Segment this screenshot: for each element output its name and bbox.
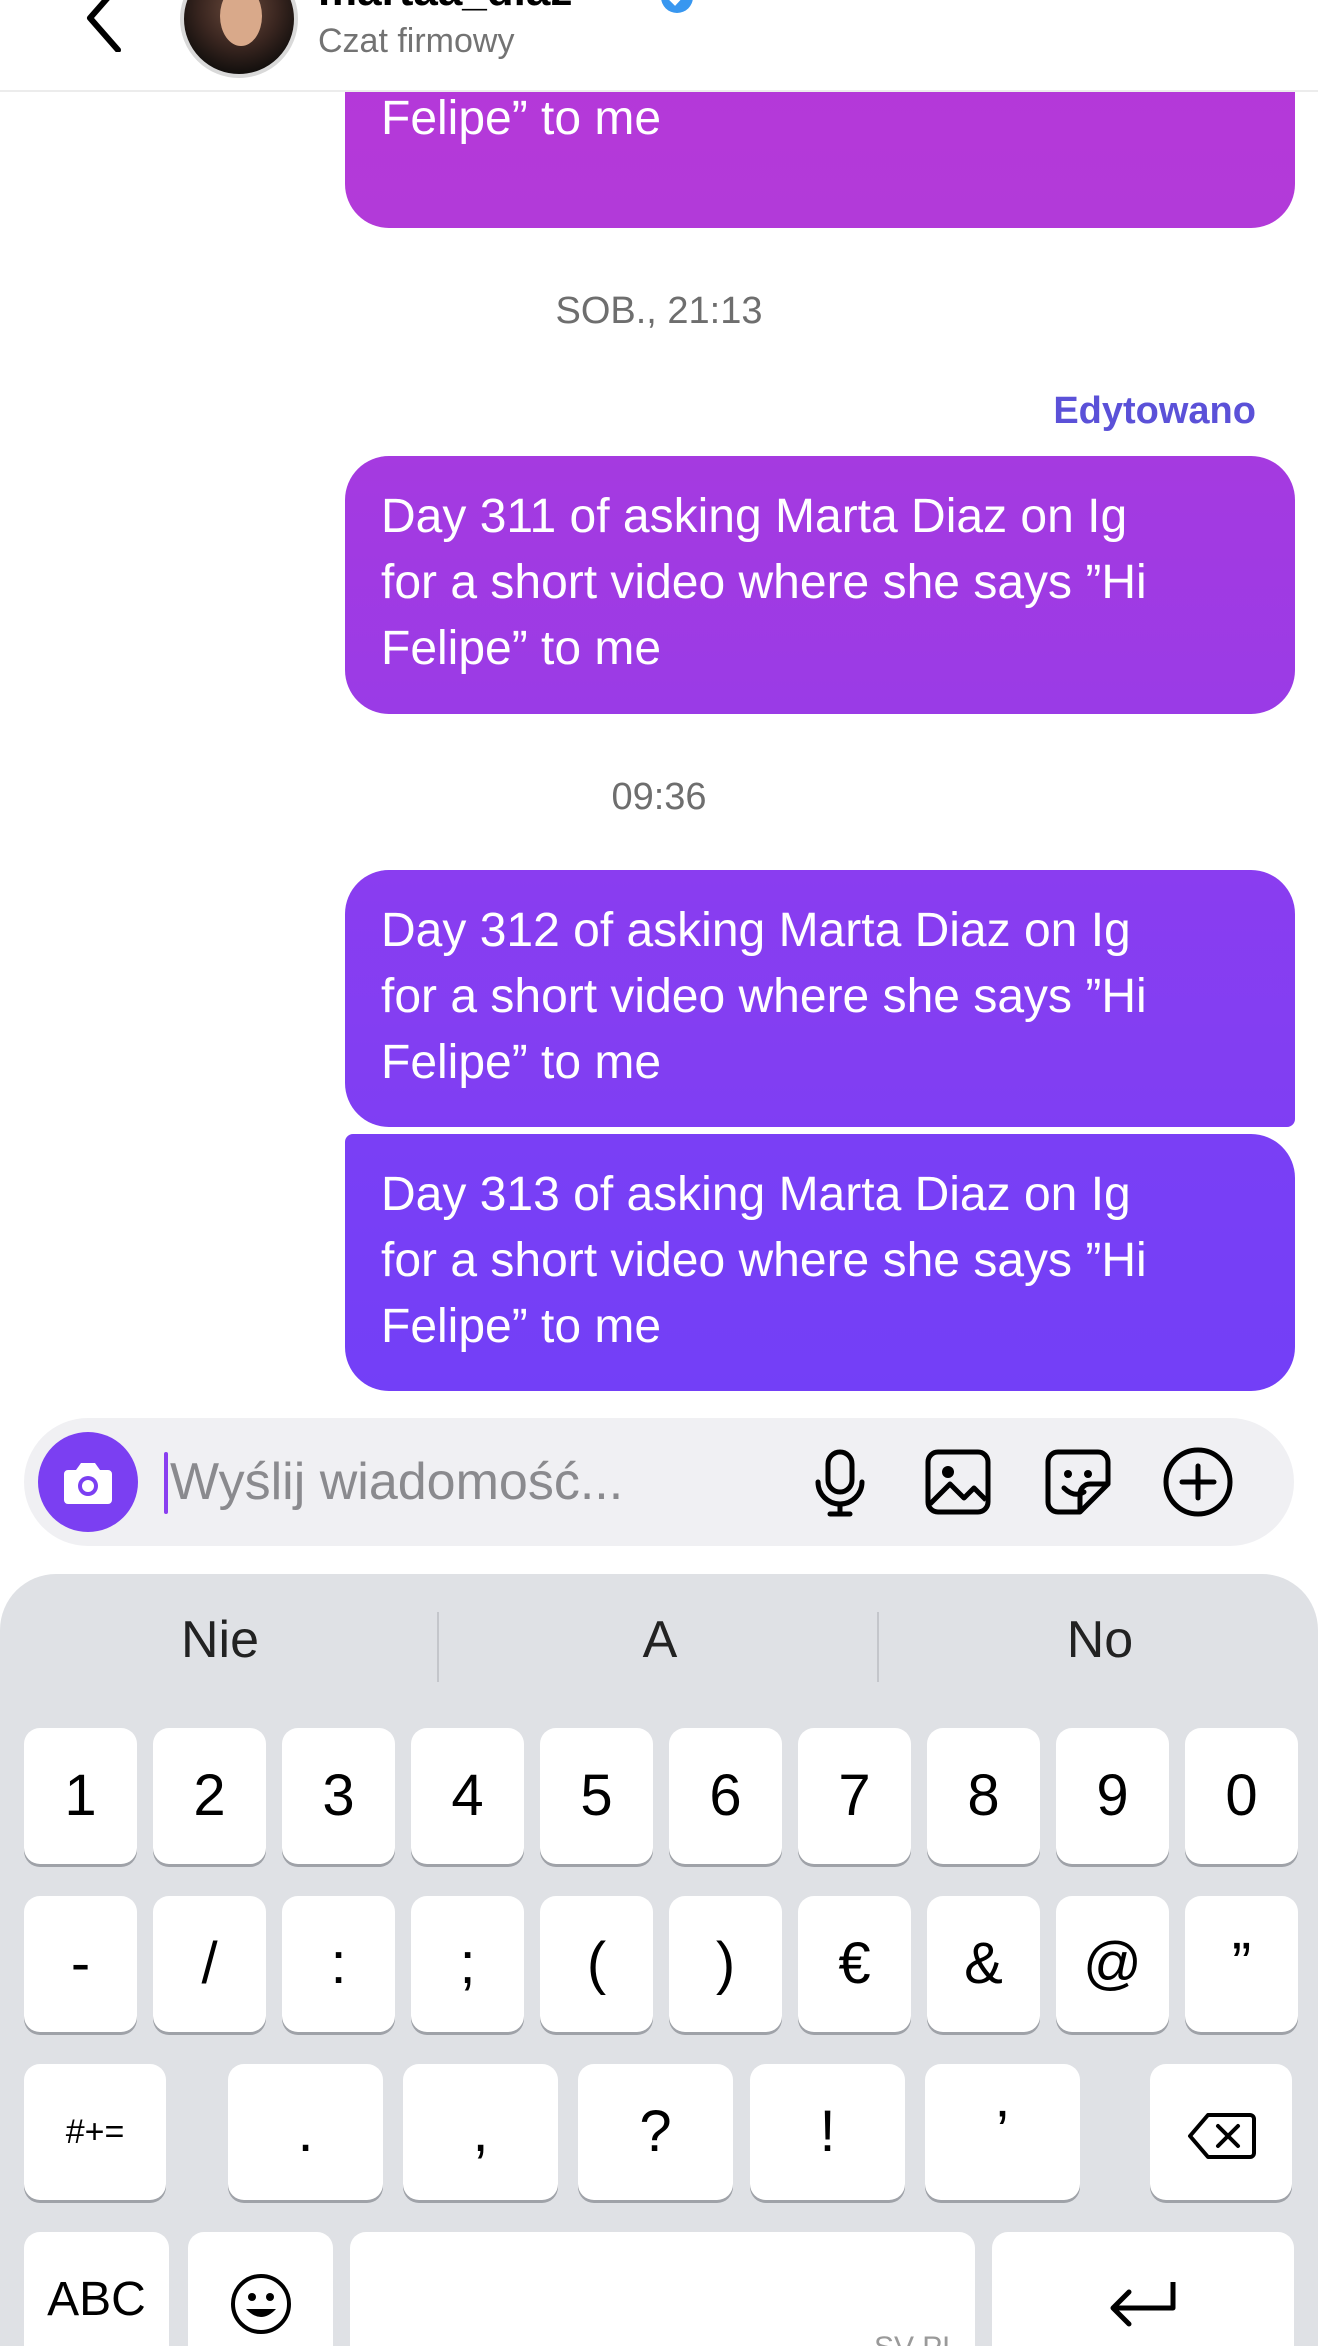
suggestion-divider bbox=[437, 1612, 439, 1682]
timestamp: 09:36 bbox=[611, 776, 707, 818]
message-text: Day 312 of asking Marta Diaz on Ig for a… bbox=[381, 904, 1147, 1089]
key[interactable]: ) bbox=[669, 1896, 782, 2032]
message-text: Day 313 of asking Marta Diaz on Ig for a… bbox=[381, 1168, 1147, 1353]
return-key[interactable] bbox=[992, 2232, 1294, 2346]
key[interactable]: 7 bbox=[798, 1728, 911, 1864]
key[interactable]: € bbox=[798, 1896, 911, 2032]
emoji-key[interactable] bbox=[188, 2232, 333, 2346]
key[interactable]: 0 bbox=[1185, 1728, 1298, 1864]
back-button[interactable] bbox=[80, 0, 130, 53]
message-bubble[interactable]: Day 311 of asking Marta Diaz on Ig for a… bbox=[345, 456, 1295, 714]
key[interactable]: 6 bbox=[669, 1728, 782, 1864]
chat-subtitle: Czat firmowy bbox=[318, 22, 515, 60]
delete-icon bbox=[1188, 2112, 1256, 2159]
suggestion[interactable]: Nie bbox=[0, 1610, 440, 1670]
edited-label[interactable]: Edytowano bbox=[1053, 390, 1256, 433]
message-composer bbox=[24, 1418, 1294, 1546]
return-icon bbox=[1110, 2281, 1176, 2327]
key[interactable]: @ bbox=[1056, 1896, 1169, 2032]
key[interactable]: ” bbox=[1185, 1896, 1298, 2032]
key[interactable]: 2 bbox=[153, 1728, 266, 1864]
key[interactable]: : bbox=[282, 1896, 395, 2032]
verified-badge-icon bbox=[661, 0, 693, 13]
key[interactable]: ’ bbox=[925, 2064, 1080, 2200]
sticker-icon[interactable] bbox=[1038, 1442, 1118, 1522]
message-text: Day 311 of asking Marta Diaz on Ig for a… bbox=[381, 490, 1147, 675]
suggestion[interactable]: A bbox=[440, 1610, 880, 1670]
abc-key[interactable]: ABC bbox=[24, 2232, 169, 2346]
suggestion[interactable]: No bbox=[880, 1610, 1318, 1670]
key[interactable]: . bbox=[228, 2064, 383, 2200]
key[interactable]: ; bbox=[411, 1896, 524, 2032]
key[interactable]: & bbox=[927, 1896, 1040, 2032]
key[interactable]: 3 bbox=[282, 1728, 395, 1864]
key[interactable]: 9 bbox=[1056, 1728, 1169, 1864]
key[interactable]: 8 bbox=[927, 1728, 1040, 1864]
chat-header: martaa_diaz Czat firmowy bbox=[0, 0, 1318, 92]
key[interactable]: - bbox=[24, 1896, 137, 2032]
chat-username[interactable]: martaa_diaz bbox=[318, 0, 572, 16]
delete-key[interactable] bbox=[1150, 2064, 1292, 2200]
camera-button[interactable] bbox=[38, 1432, 138, 1532]
key[interactable]: , bbox=[403, 2064, 558, 2200]
message-input[interactable] bbox=[164, 1444, 804, 1520]
plus-circle-icon[interactable] bbox=[1158, 1442, 1238, 1522]
key[interactable]: ( bbox=[540, 1896, 653, 2032]
key[interactable]: ! bbox=[750, 2064, 905, 2200]
symbols-toggle-key[interactable]: #+= bbox=[24, 2064, 166, 2200]
chevron-left-icon bbox=[87, 0, 121, 53]
message-bubble[interactable]: Day 312 of asking Marta Diaz on Ig for a… bbox=[345, 870, 1295, 1127]
avatar[interactable] bbox=[180, 0, 298, 78]
gallery-icon[interactable] bbox=[918, 1442, 998, 1522]
key[interactable]: 4 bbox=[411, 1728, 524, 1864]
space-language-label: SV PL bbox=[874, 2328, 959, 2346]
message-bubble[interactable]: Day 313 of asking Marta Diaz on Ig for a… bbox=[345, 1134, 1295, 1391]
emoji-icon bbox=[230, 2273, 291, 2334]
timestamp: SOB., 21:13 bbox=[555, 290, 763, 332]
key[interactable]: 1 bbox=[24, 1728, 137, 1864]
microphone-icon[interactable] bbox=[800, 1442, 880, 1522]
keyboard: Nie A No 1 2 3 4 5 6 7 8 9 0 - / : ; ( )… bbox=[0, 1574, 1318, 2346]
key[interactable]: / bbox=[153, 1896, 266, 2032]
key[interactable]: ? bbox=[578, 2064, 733, 2200]
suggestion-divider bbox=[877, 1612, 879, 1682]
space-key[interactable]: SV PL bbox=[350, 2232, 975, 2346]
key[interactable]: 5 bbox=[540, 1728, 653, 1864]
camera-icon bbox=[64, 1463, 112, 1504]
